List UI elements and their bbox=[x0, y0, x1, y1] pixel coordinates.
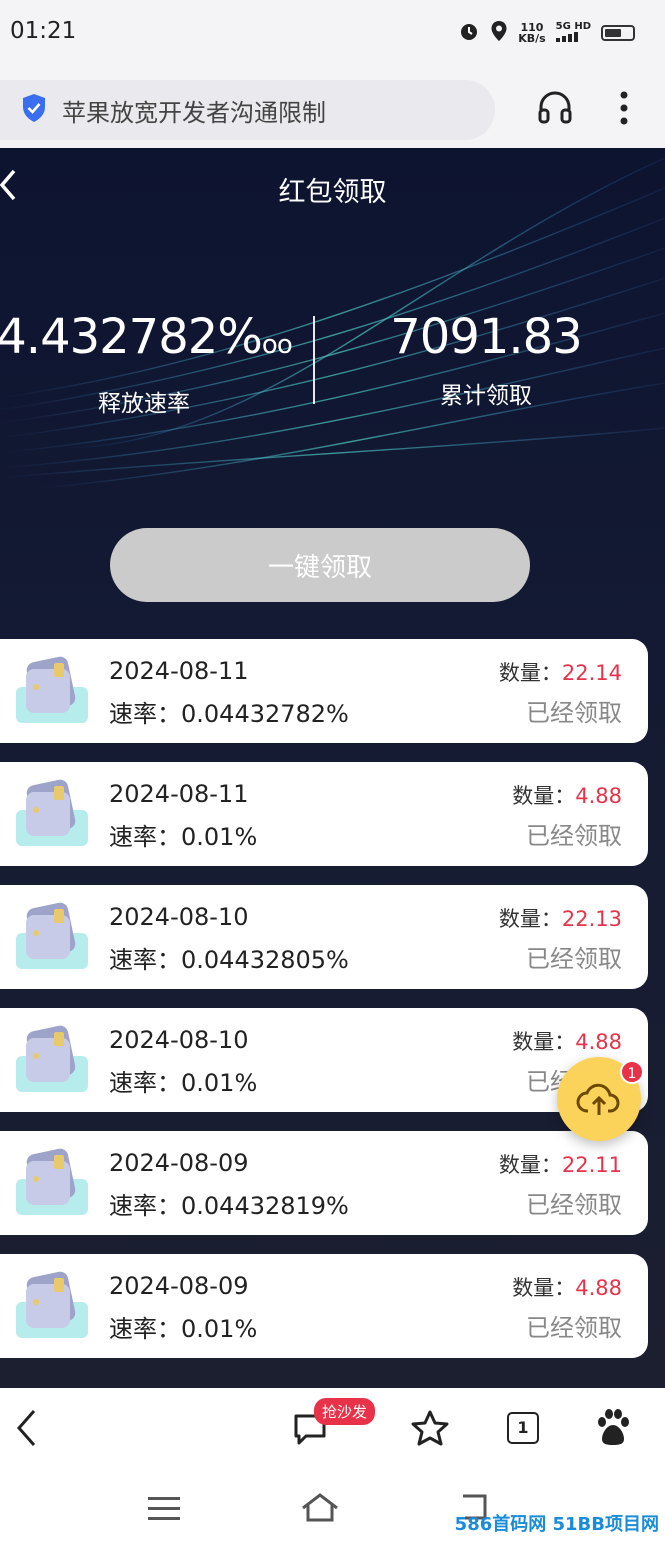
record-status: 已经领取 bbox=[526, 699, 622, 727]
record-quantity: 数量：22.14 bbox=[499, 657, 622, 687]
rate-prefix: 速率： bbox=[109, 700, 181, 728]
headphones-icon[interactable] bbox=[536, 88, 574, 130]
more-menu-icon[interactable] bbox=[618, 90, 630, 130]
list-item[interactable]: 2024-08-11 速率：0.04432782% 数量：22.14 已经领取 bbox=[0, 639, 648, 743]
qty-value: 4.88 bbox=[575, 1276, 622, 1300]
menu-icon[interactable] bbox=[148, 1496, 180, 1526]
notification-badge: 1 bbox=[620, 1060, 644, 1084]
home-icon[interactable] bbox=[301, 1492, 339, 1526]
battery-icon bbox=[601, 25, 635, 41]
qty-value: 4.88 bbox=[575, 784, 622, 808]
record-quantity: 数量：22.11 bbox=[499, 1149, 622, 1179]
rate-value: 0.04432819% bbox=[181, 1192, 349, 1220]
rate-value: 0.01% bbox=[181, 1315, 258, 1343]
rate-prefix: 速率： bbox=[109, 1315, 181, 1343]
qty-prefix: 数量： bbox=[512, 1030, 576, 1054]
rate-value: 0.01% bbox=[181, 1069, 258, 1097]
speed-unit: KB/s bbox=[518, 32, 546, 45]
total-claimed-value: 7091.83 bbox=[390, 309, 583, 365]
record-date: 2024-08-11 bbox=[109, 657, 249, 685]
release-rate-suffix: oo bbox=[261, 330, 293, 360]
rate-prefix: 速率： bbox=[109, 1069, 181, 1097]
list-item[interactable]: 2024-08-11 速率：0.01% 数量：4.88 已经领取 bbox=[0, 762, 648, 866]
qty-prefix: 数量： bbox=[498, 661, 562, 685]
wallet-icon bbox=[14, 653, 90, 731]
star-icon[interactable] bbox=[411, 1410, 449, 1450]
list-item[interactable]: 2024-08-10 速率：0.04432805% 数量：22.13 已经领取 bbox=[0, 885, 648, 989]
record-rate: 速率：0.04432782% bbox=[109, 694, 349, 729]
record-date: 2024-08-10 bbox=[109, 1026, 249, 1054]
status-time: 01:21 bbox=[10, 18, 77, 44]
network-label: 5G HD bbox=[555, 20, 591, 32]
address-text: 苹果放宽开发者沟通限制 bbox=[62, 98, 326, 127]
list-item[interactable]: 2024-08-10速率：0.01%数量：4.88已经领取 bbox=[0, 1008, 648, 1112]
page-title: 红包领取 bbox=[278, 177, 387, 208]
rate-value: 0.01% bbox=[181, 823, 258, 851]
baidu-paw-icon[interactable] bbox=[594, 1408, 632, 1452]
total-claimed-label: 累计领取 bbox=[440, 383, 532, 409]
watermark: 586首码网 51BB项目网 bbox=[454, 1514, 659, 1535]
signal-icon bbox=[555, 31, 578, 42]
qty-prefix: 数量： bbox=[512, 1276, 576, 1300]
rate-prefix: 速率： bbox=[109, 1192, 181, 1220]
stats-divider bbox=[313, 316, 315, 404]
record-status: 已经领取 bbox=[526, 1314, 622, 1342]
record-status: 已经领取 bbox=[526, 1191, 622, 1219]
list-item[interactable]: 2024-08-09 速率：0.01% 数量：4.88 已经领取 bbox=[0, 1254, 648, 1358]
qty-prefix: 数量： bbox=[498, 907, 562, 931]
record-rate: 速率：0.01% bbox=[109, 1309, 257, 1344]
claim-all-button[interactable]: 一键领取 bbox=[110, 528, 530, 602]
record-rate: 速率：0.04432819% bbox=[109, 1186, 349, 1221]
tabs-button[interactable]: 1 bbox=[507, 1412, 539, 1444]
page-content: 红包领取 4.432782%oo 释放速率 7091.83 累计领取 一键领取 … bbox=[0, 148, 665, 1388]
qty-value: 22.11 bbox=[561, 1153, 622, 1177]
record-quantity: 数量：4.88 bbox=[512, 1272, 622, 1302]
network-speed: 110 KB/s bbox=[518, 22, 545, 44]
status-bar: 01:21 110 KB/s 5G HD bbox=[0, 0, 665, 66]
rate-value: 0.04432782% bbox=[181, 700, 349, 728]
wallet-icon bbox=[14, 776, 90, 854]
record-rate: 速率：0.01% bbox=[109, 1063, 257, 1098]
record-date: 2024-08-11 bbox=[109, 780, 249, 808]
release-rate-value: 4.432782%oo bbox=[0, 308, 294, 374]
wallet-icon bbox=[14, 1268, 90, 1346]
record-rate: 速率：0.01% bbox=[109, 817, 257, 852]
browser-back-icon[interactable] bbox=[14, 1408, 40, 1452]
record-status: 已经领取 bbox=[526, 945, 622, 973]
address-bar[interactable]: 苹果放宽开发者沟通限制 bbox=[0, 80, 495, 140]
release-rate-number: 4.432782% bbox=[0, 309, 263, 365]
qty-value: 22.14 bbox=[561, 661, 622, 685]
total-claimed-stat: 7091.83 累计领取 bbox=[336, 308, 636, 410]
wallet-icon bbox=[14, 1145, 90, 1223]
browser-bar: 苹果放宽开发者沟通限制 bbox=[0, 66, 665, 148]
qty-prefix: 数量： bbox=[498, 1153, 562, 1177]
record-quantity: 数量：4.88 bbox=[512, 780, 622, 810]
shield-icon bbox=[20, 93, 48, 127]
release-rate-stat: 4.432782%oo 释放速率 bbox=[0, 308, 294, 418]
network-type: 5G HD bbox=[555, 20, 591, 45]
cloud-upload-icon bbox=[576, 1083, 620, 1115]
record-date: 2024-08-09 bbox=[109, 1149, 249, 1177]
hot-badge: 抢沙发 bbox=[314, 1398, 376, 1425]
record-quantity: 数量：22.13 bbox=[499, 903, 622, 933]
status-icons: 110 KB/s 5G HD bbox=[458, 20, 635, 46]
list-item[interactable]: 2024-08-09 速率：0.04432819% 数量：22.11 已经领取 bbox=[0, 1131, 648, 1235]
record-status: 已经领取 bbox=[526, 822, 622, 850]
qty-prefix: 数量： bbox=[512, 784, 576, 808]
rate-value: 0.04432805% bbox=[181, 946, 349, 974]
tab-count: 1 bbox=[507, 1412, 539, 1444]
rate-prefix: 速率： bbox=[109, 823, 181, 851]
record-date: 2024-08-10 bbox=[109, 903, 249, 931]
qty-value: 22.13 bbox=[561, 907, 622, 931]
record-date: 2024-08-09 bbox=[109, 1272, 249, 1300]
rate-prefix: 速率： bbox=[109, 946, 181, 974]
wallet-icon bbox=[14, 899, 90, 977]
record-quantity: 数量：4.88 bbox=[512, 1026, 622, 1056]
record-rate: 速率：0.04432805% bbox=[109, 940, 349, 975]
release-rate-label: 释放速率 bbox=[98, 391, 190, 417]
wallet-icon bbox=[14, 1022, 90, 1100]
location-icon bbox=[490, 20, 508, 46]
qty-value: 4.88 bbox=[575, 1030, 622, 1054]
alarm-icon bbox=[458, 20, 480, 46]
